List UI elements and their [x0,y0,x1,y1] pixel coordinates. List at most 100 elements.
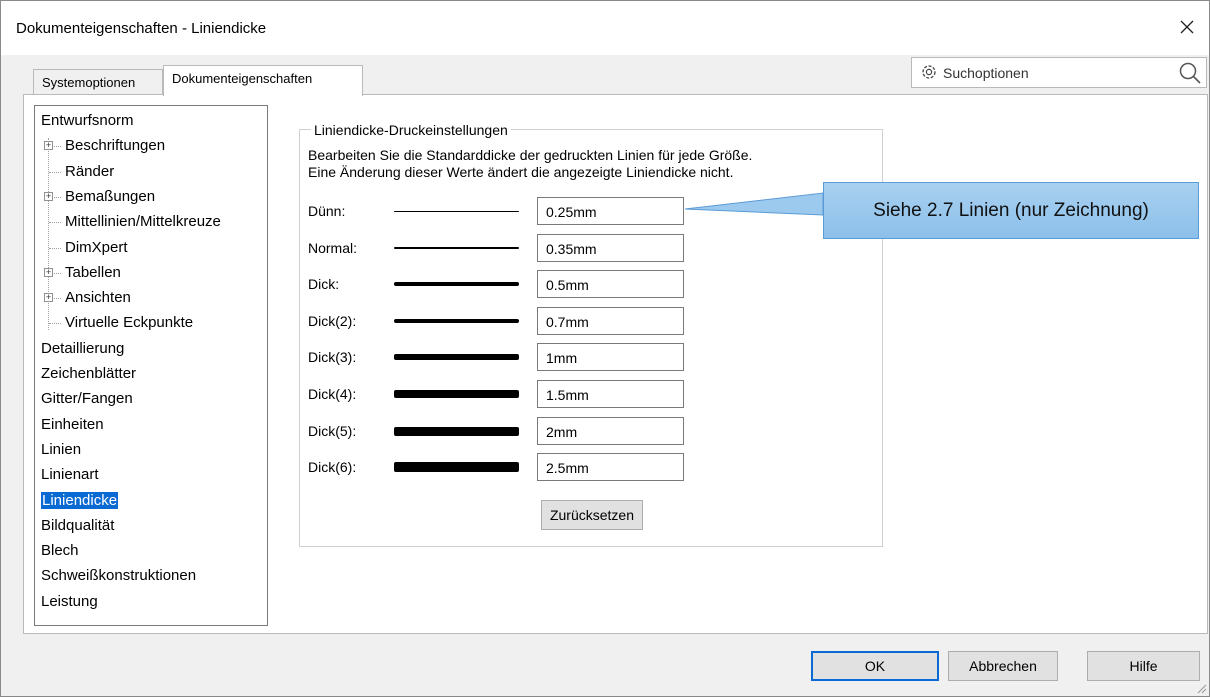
expand-plus-icon[interactable]: + [44,141,53,150]
line-weight-group [299,129,883,547]
cancel-button[interactable]: Abbrechen [948,651,1058,681]
reset-button-label: Zurücksetzen [549,507,635,523]
line-weight-label: Dünn: [308,203,346,219]
line-weight-field[interactable]: 0.35mm [537,234,684,262]
tree-connector [49,323,61,324]
tree-item-liniendicke[interactable]: Liniendicke [39,490,120,512]
tree-item-label: Ränder [65,163,115,180]
tree-item-bemaßungen[interactable]: Bemaßungen [65,186,155,208]
line-weight-label: Dick: [308,276,340,292]
search-options-field[interactable]: Suchoptionen [911,57,1207,88]
line-weight-preview [394,318,519,324]
search-icon[interactable] [1178,61,1202,85]
search-label: Suchoptionen [943,65,1029,81]
tree-item-dimxpert[interactable]: DimXpert [65,237,128,259]
tree-item-zeichenblätter[interactable]: Zeichenblätter [41,363,136,385]
tree-item-label: Liniendicke [39,491,120,510]
tab-label: Systemoptionen [42,75,136,90]
tree-item-label: Linien [41,441,82,458]
close-icon [1180,20,1194,34]
line-weight-label: Dick(3): [308,349,357,365]
tree-item-leistung[interactable]: Leistung [41,591,98,613]
tree-connector [49,172,61,173]
tree-item-label: Blech [41,542,79,559]
tree-item-label: Bemaßungen [65,188,156,205]
line-weight-preview [394,390,519,398]
tree-item-label: Einheiten [41,416,104,433]
close-button[interactable] [1165,11,1209,43]
line-weight-preview [394,282,519,286]
tree-item-label: Entwurfsnorm [41,112,134,129]
line-weight-field[interactable]: 2.5mm [537,453,684,481]
expand-plus-icon[interactable]: + [44,293,53,302]
tree-item-detaillierung[interactable]: Detaillierung [41,338,124,360]
tree-item-label: Leistung [41,593,98,610]
tree-item-label: Ansichten [65,289,131,306]
line-weight-field[interactable]: 1.5mm [537,380,684,408]
tree-item-label: Gitter/Fangen [41,390,133,407]
title-bar: Dokumenteigenschaften - Liniendicke [1,1,1209,55]
dialog-window: Dokumenteigenschaften - Liniendicke Syst… [0,0,1210,697]
tree-item-linienart[interactable]: Linienart [41,464,99,486]
help-button[interactable]: Hilfe [1087,651,1200,681]
tree-item-ansichten[interactable]: Ansichten [65,287,131,309]
line-weight-label: Normal: [308,240,358,256]
line-weight-field[interactable]: 0.25mm [537,197,684,225]
tree-item-mittellinien-mittelkreuze[interactable]: Mittellinien/Mittelkreuze [65,211,221,233]
reset-button[interactable]: Zurücksetzen [541,500,643,530]
line-weight-preview [394,462,519,472]
cancel-button-label: Abbrechen [969,658,1037,674]
line-weight-label: Dick(4): [308,386,357,402]
line-weight-label: Dick(6): [308,459,357,475]
line-weight-label: Dick(5): [308,423,357,439]
line-weight-field[interactable]: 0.7mm [537,307,684,335]
callout-text: Siehe 2.7 Linien (nur Zeichnung) [873,199,1149,221]
line-weight-field[interactable]: 0.5mm [537,270,684,298]
tree-item-label: Virtuelle Eckpunkte [65,314,194,331]
expand-plus-icon[interactable]: + [44,192,53,201]
tree-item-label: Bildqualität [41,517,115,534]
window-title: Dokumenteigenschaften - Liniendicke [16,20,267,37]
tree-connector [49,222,61,223]
line-weight-field[interactable]: 2mm [537,417,684,445]
tree-item-entwurfsnorm[interactable]: Entwurfsnorm [41,110,134,132]
tab-label: Dokumenteigenschaften [172,71,313,86]
tree-item-label: Detaillierung [41,340,125,357]
group-title: Liniendicke-Druckeinstellungen [311,122,511,138]
ok-button[interactable]: OK [811,651,939,681]
tab-dokumenteigenschaften[interactable]: Dokumenteigenschaften [163,65,363,96]
tree-item-label: Zeichenblätter [41,365,137,382]
tree-item-ränder[interactable]: Ränder [65,161,114,183]
tree-item-einheiten[interactable]: Einheiten [41,414,104,436]
line-weight-preview [394,246,519,250]
help-button-label: Hilfe [1129,658,1158,674]
tree-item-blech[interactable]: Blech [41,540,79,562]
tree-item-tabellen[interactable]: Tabellen [65,262,121,284]
line-weight-preview [394,426,519,436]
line-weight-field[interactable]: 1mm [537,343,684,371]
line-weight-preview [394,354,519,360]
tree-item-label: Tabellen [65,264,121,281]
tree-connector [49,248,61,249]
tree-item-label: Linienart [41,466,99,483]
tab-systemoptionen[interactable]: Systemoptionen [33,69,163,95]
tree-item-label: Schweißkonstruktionen [41,567,197,584]
tree-item-beschriftungen[interactable]: Beschriftungen [65,135,165,157]
line-weight-label: Dick(2): [308,313,357,329]
line-weight-preview [394,210,519,212]
ok-button-label: OK [864,658,886,674]
options-tree[interactable]: Entwurfsnorm Beschriftungen + Ränder Bemaßun… [34,105,268,626]
tree-item-schweißkonstruktionen[interactable]: Schweißkonstruktionen [41,565,196,587]
gear-icon [922,65,936,79]
resize-grip-icon[interactable] [1195,682,1207,694]
tree-item-gitter-fangen[interactable]: Gitter/Fangen [41,388,133,410]
group-description-2: Eine Änderung dieser Werte ändert die an… [308,164,734,180]
annotation-callout: Siehe 2.7 Linien (nur Zeichnung) [823,182,1199,239]
tree-item-label: Beschriftungen [65,137,166,154]
group-description-1: Bearbeiten Sie die Standarddicke der ged… [308,147,753,163]
expand-plus-icon[interactable]: + [44,268,53,277]
tree-item-linien[interactable]: Linien [41,439,81,461]
tree-item-bildqualität[interactable]: Bildqualität [41,515,114,537]
tree-item-virtuelle-eckpunkte[interactable]: Virtuelle Eckpunkte [65,312,193,334]
tree-item-label: Mittellinien/Mittelkreuze [65,213,221,230]
